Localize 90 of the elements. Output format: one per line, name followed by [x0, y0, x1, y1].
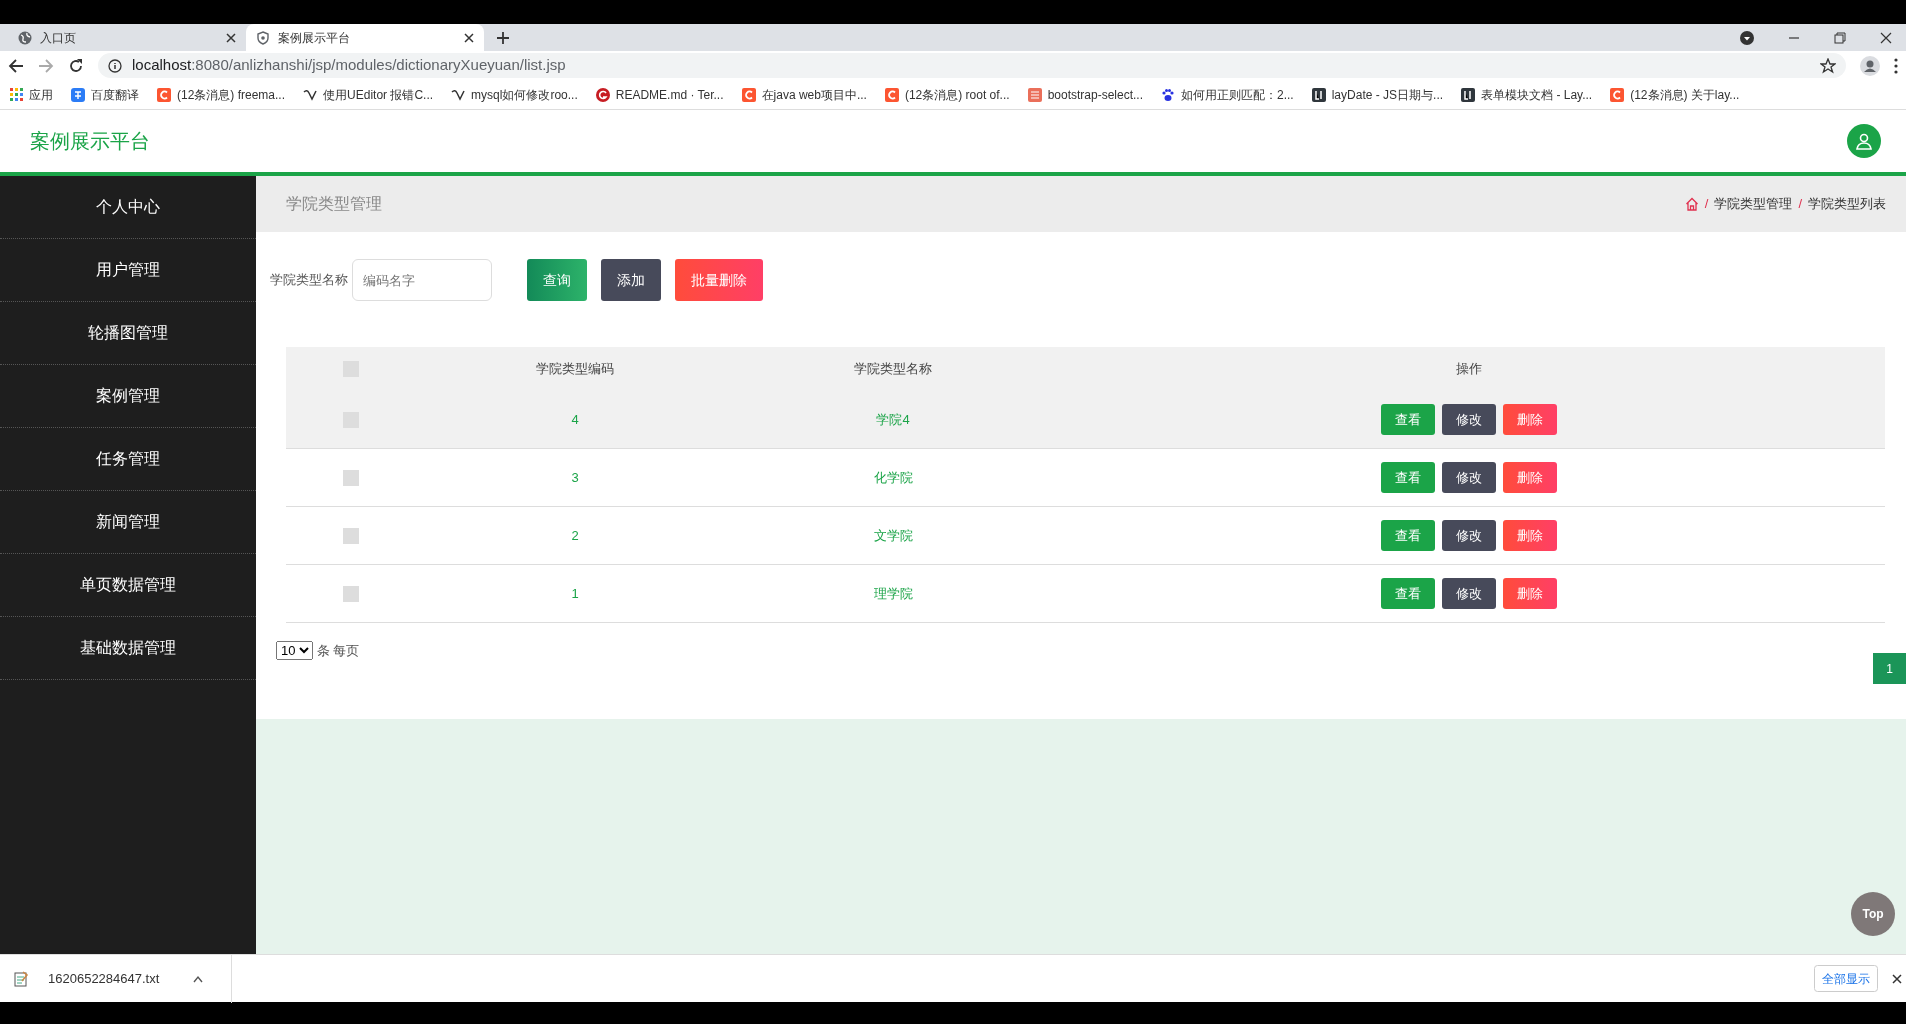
tab-title: 入口页	[40, 29, 77, 47]
edit-button[interactable]: 修改	[1441, 404, 1496, 435]
more-icon[interactable]	[1894, 57, 1898, 74]
close-icon[interactable]	[226, 32, 236, 43]
dropdown-icon[interactable]	[1740, 30, 1754, 45]
bookmark[interactable]: 使用UEditor 报错C...	[303, 85, 434, 104]
edit-button[interactable]: 修改	[1441, 520, 1496, 551]
table-cell: 学院4	[876, 411, 910, 427]
c-logo-icon	[157, 87, 171, 102]
new-tab-icon[interactable]	[496, 31, 510, 45]
back-icon[interactable]	[8, 57, 24, 74]
reload-icon[interactable]	[68, 57, 84, 74]
page-title: 学院类型管理	[286, 194, 382, 214]
breadcrumb-item[interactable]: 学院类型管理	[1714, 194, 1793, 214]
globe-icon	[18, 30, 32, 45]
star-icon[interactable]	[1820, 57, 1836, 74]
bookmark[interactable]: 表单模块文档 - Lay...	[1461, 85, 1593, 104]
row-checkbox[interactable]	[343, 585, 359, 602]
bookmark[interactable]: 百度翻译	[71, 85, 139, 104]
back-to-top-button[interactable]: Top	[1851, 892, 1895, 936]
table-cell: 1	[571, 585, 579, 601]
dark-logo-icon	[1311, 87, 1326, 102]
dark-logo-icon	[1461, 87, 1476, 102]
apps-grid-icon	[10, 88, 23, 101]
bookmark[interactable]: (12条消息) 关于lay...	[1610, 85, 1740, 104]
close-icon[interactable]	[1892, 973, 1902, 984]
translate-icon	[71, 87, 85, 102]
bookmark[interactable]: 应用	[10, 85, 53, 104]
text-file-icon	[14, 970, 28, 987]
c-logo-icon	[1610, 87, 1625, 102]
breadcrumb-separator: /	[1798, 195, 1802, 214]
table-row[interactable]: 4 学院4 查看 修改 删除	[286, 391, 1885, 449]
address-bar[interactable]: localhost:8080/anlizhanshi/jsp/modules/dictionaryXueyuan/list.jsp	[98, 53, 1846, 78]
table-row[interactable]: 2 文学院 查看 修改 删除	[286, 507, 1885, 565]
page-button[interactable]: 1	[1873, 653, 1906, 684]
column-header: 操作	[1455, 361, 1482, 377]
search-button[interactable]: 查询	[527, 259, 587, 301]
scribble-icon	[451, 87, 466, 102]
search-label: 学院类型名称	[270, 271, 348, 290]
square-logo-icon	[1027, 87, 1042, 102]
restore-icon[interactable]	[1834, 31, 1846, 44]
user-avatar[interactable]	[1847, 124, 1881, 158]
browser-tab[interactable]: 入口页	[8, 24, 246, 51]
c-logo-icon	[884, 87, 899, 102]
home-icon[interactable]	[1684, 197, 1699, 211]
show-all-button[interactable]: 全部显示	[1814, 965, 1878, 992]
breadcrumb-separator: /	[1704, 195, 1709, 214]
table-cell: 2	[571, 527, 579, 543]
table-cell: 4	[571, 411, 579, 427]
paw-icon	[1161, 87, 1175, 102]
download-filename[interactable]: 1620652284647.txt	[48, 968, 160, 989]
bookmark[interactable]: mysql如何修改roo...	[451, 85, 578, 104]
row-checkbox[interactable]	[343, 527, 359, 544]
user-icon	[1855, 132, 1873, 150]
row-checkbox[interactable]	[343, 469, 359, 486]
table-row[interactable]: 3 化学院 查看 修改 删除	[286, 449, 1885, 507]
table-cell: 3	[571, 469, 579, 485]
shield-icon	[256, 30, 270, 45]
table-cell: 文学院	[873, 527, 913, 543]
c-logo-icon	[741, 87, 756, 102]
close-icon[interactable]	[464, 32, 474, 43]
bookmark[interactable]: (12条消息) root of...	[884, 85, 1010, 104]
table-row[interactable]: 1 理学院 查看 修改 删除	[286, 565, 1885, 623]
search-field[interactable]: 编码名字	[352, 259, 492, 301]
bookmark[interactable]: bootstrap-select...	[1027, 85, 1143, 104]
add-button[interactable]: 添加	[601, 259, 661, 301]
close-icon[interactable]	[1880, 31, 1892, 44]
table-cell: 化学院	[873, 469, 913, 485]
tab-title: 案例展示平台	[278, 29, 351, 47]
site-title: 案例展示平台	[30, 129, 150, 154]
table-cell: 理学院	[873, 585, 913, 601]
page-size-select[interactable]: 10	[276, 641, 313, 661]
bookmark[interactable]: 在java web项目中...	[741, 85, 867, 104]
edit-button[interactable]: 修改	[1441, 578, 1496, 609]
url-text: localhost:8080/anlizhanshi/jsp/modules/dictionaryXueyuan/list.jsp	[132, 55, 566, 76]
bookmark[interactable]: (12条消息) freema...	[157, 85, 286, 104]
breadcrumb-item: 学院类型列表	[1808, 195, 1886, 214]
scribble-icon	[303, 87, 318, 102]
bookmark[interactable]: README.md · Ter...	[595, 85, 724, 104]
info-icon	[108, 58, 122, 73]
chevron-up-icon[interactable]	[193, 974, 204, 983]
column-header: 学院类型名称	[854, 361, 932, 377]
page-size-label: 条 每页	[316, 642, 360, 660]
column-header: 学院类型编码	[536, 361, 614, 377]
browser-tab[interactable]: 案例展示平台	[246, 24, 484, 51]
g-logo-icon	[595, 87, 610, 102]
bookmark[interactable]: layDate - JS日期与...	[1311, 85, 1444, 104]
bookmark[interactable]: 如何用正则匹配：2...	[1161, 85, 1294, 104]
edit-button[interactable]: 修改	[1441, 462, 1496, 493]
profile-icon[interactable]	[1860, 55, 1880, 76]
